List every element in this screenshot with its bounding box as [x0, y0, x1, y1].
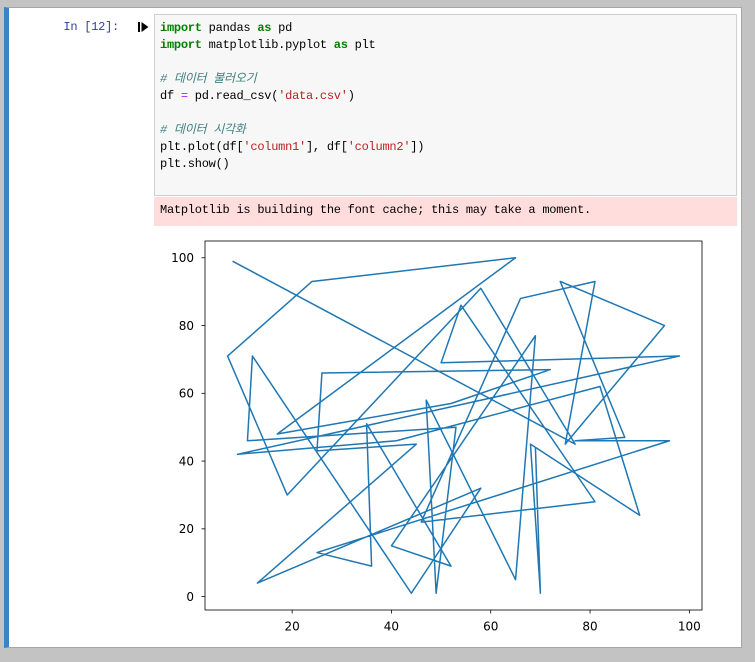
line-plot: 20 40 60 80 100 0 20 40 60 80 100	[171, 240, 703, 634]
code-line: plt.show()	[160, 156, 731, 173]
code-comment: # 데이터 불러오기	[160, 72, 257, 86]
stderr-output: Matplotlib is building the font cache; t…	[154, 197, 737, 226]
code-text: matplotlib.pyplot	[201, 38, 334, 52]
code-input-area[interactable]: import pandas as pd import matplotlib.py…	[154, 14, 737, 196]
y-tick-label: 100	[171, 251, 194, 265]
run-icon-bar	[138, 22, 140, 32]
code-line: import matplotlib.pyplot as plt	[160, 37, 731, 54]
code-text: ], df[	[305, 140, 348, 154]
code-keyword: import	[160, 21, 202, 35]
code-keyword: import	[160, 38, 202, 52]
code-keyword: as	[333, 38, 348, 52]
code-line: import pandas as pd	[160, 20, 731, 37]
code-keyword: as	[257, 21, 272, 35]
code-operator: =	[180, 89, 188, 103]
code-string: 'data.csv'	[278, 89, 348, 103]
x-tick-label: 40	[384, 620, 399, 634]
code-line: # 데이터 불러오기	[160, 71, 731, 88]
code-text: df	[160, 89, 181, 103]
code-text: )	[347, 89, 355, 103]
x-tick-label: 100	[678, 620, 701, 634]
code-text: pandas	[201, 21, 258, 35]
code-line: # 데이터 시각화	[160, 122, 731, 139]
code-string: 'column1'	[243, 140, 306, 154]
x-tick-label: 80	[582, 620, 597, 634]
code-text: plt.plot(df[	[160, 140, 244, 154]
code-line: plt.plot(df['column1'], df['column2'])	[160, 139, 731, 156]
code-editor[interactable]: import pandas as pd import matplotlib.py…	[160, 20, 731, 173]
x-tick-label: 60	[483, 620, 498, 634]
code-text: plt.show()	[160, 157, 230, 171]
y-tick-label: 0	[186, 590, 194, 604]
code-line: df = pd.read_csv('data.csv')	[160, 88, 731, 105]
code-text: pd.read_csv(	[187, 89, 279, 103]
code-comment: # 데이터 시각화	[160, 123, 246, 137]
run-icon-triangle	[141, 22, 149, 32]
y-tick-label: 80	[179, 319, 194, 333]
x-tick-label: 20	[284, 620, 299, 634]
y-tick-label: 60	[179, 387, 194, 401]
input-prompt: In [12]:	[63, 20, 119, 34]
code-text: ])	[410, 140, 425, 154]
plot-line	[226, 257, 681, 594]
run-cell-icon[interactable]	[138, 21, 149, 33]
y-tick-label: 20	[179, 522, 194, 536]
code-text: pd	[271, 21, 293, 35]
y-tick-label: 40	[179, 454, 194, 468]
code-string: 'column2'	[347, 140, 411, 154]
code-text: plt	[347, 38, 376, 52]
